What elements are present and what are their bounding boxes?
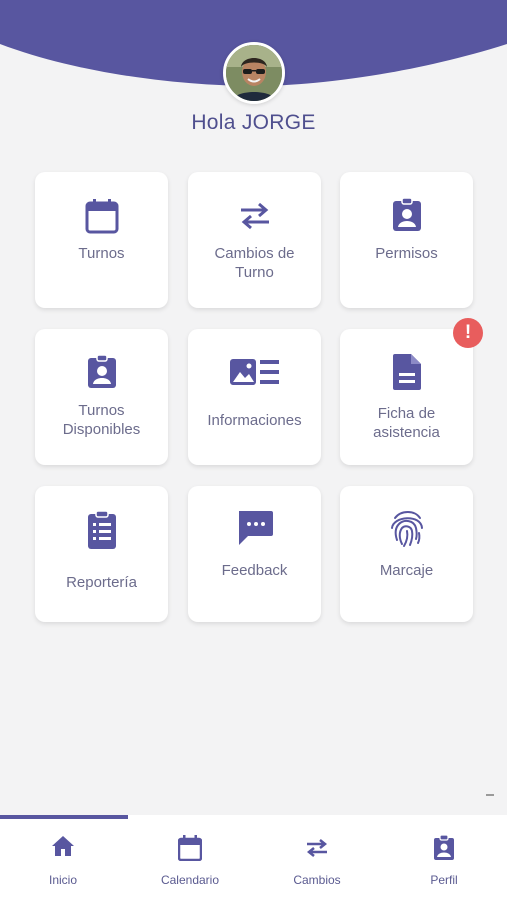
tile-feedback[interactable]: Feedback (188, 486, 321, 622)
tile-permisos[interactable]: Permisos (340, 172, 473, 308)
tile-marcaje[interactable]: Marcaje (340, 486, 473, 622)
calendar-icon (127, 835, 253, 861)
nav-perfil[interactable]: Perfil (381, 815, 507, 900)
home-icon (0, 835, 126, 857)
nav-label: Inicio (48, 873, 77, 887)
fingerprint-icon (340, 508, 473, 548)
tile-label: Ficha de asistencia (373, 405, 440, 441)
nav-inicio[interactable]: Inicio (0, 815, 126, 900)
nav-label: Calendario (160, 873, 220, 887)
scroll-indicator (486, 794, 494, 796)
tile-label: Permisos (375, 245, 438, 262)
alert-badge: ! (453, 318, 483, 348)
tile-label: Marcaje (379, 562, 434, 579)
tile-label: Turnos Disponibles (62, 402, 141, 438)
greeting-title: Hola JORGE (191, 111, 316, 134)
swap-arrows-icon (254, 838, 380, 858)
tile-cambios-de-turno[interactable]: Cambios de Turno (188, 172, 321, 308)
badge-icon (381, 835, 507, 861)
tile-label: Cambios de Turno (214, 245, 295, 281)
tile-ficha-de-asistencia[interactable]: Ficha de asistencia (340, 329, 473, 465)
tile-label: Informaciones (207, 412, 302, 429)
tile-turnos[interactable]: Turnos (35, 172, 168, 308)
document-icon (340, 353, 473, 391)
nav-calendario[interactable]: Calendario (127, 815, 253, 900)
tile-label: Turnos (78, 245, 125, 262)
badge-icon (340, 198, 473, 232)
avatar[interactable] (223, 42, 285, 104)
tile-turnos-disponibles[interactable]: Turnos Disponibles (35, 329, 168, 465)
clipboard-list-icon (35, 510, 168, 550)
nav-label: Perfil (430, 873, 458, 887)
calendar-icon (35, 198, 168, 234)
tile-label: Reportería (66, 574, 137, 591)
chat-bubble-icon (188, 510, 321, 546)
tile-label: Feedback (221, 562, 288, 579)
nav-cambios[interactable]: Cambios (254, 815, 380, 900)
news-icon (188, 357, 321, 387)
tile-reporteria[interactable]: Reportería (35, 486, 168, 622)
bottom-nav: Inicio Calendario Cambios Perfil (0, 815, 507, 900)
badge-icon (35, 355, 168, 389)
tile-informaciones[interactable]: Informaciones (188, 329, 321, 465)
nav-label: Cambios (293, 873, 341, 887)
swap-arrows-icon (188, 202, 321, 230)
